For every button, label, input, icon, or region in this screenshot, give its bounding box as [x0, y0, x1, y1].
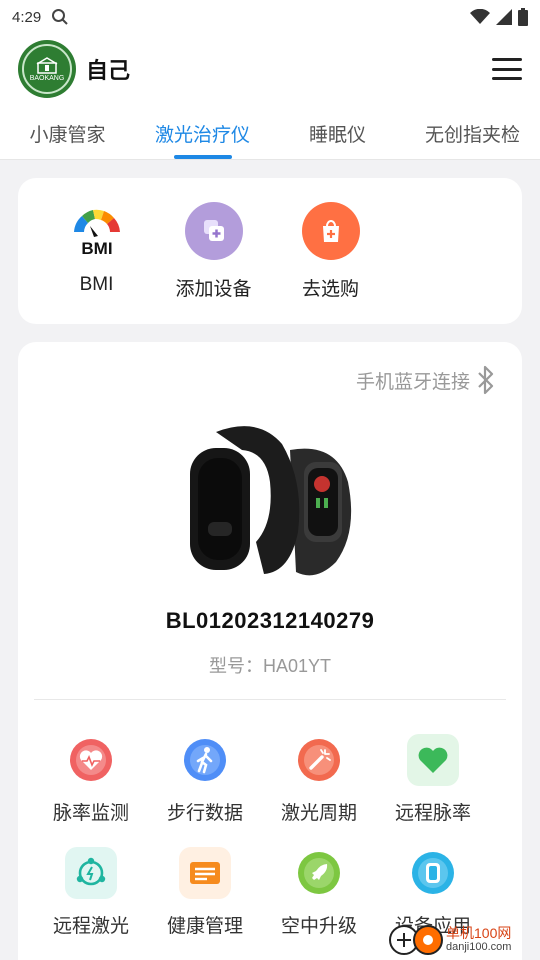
bmi-label: BMI [79, 274, 114, 295]
svg-text:BMI: BMI [81, 239, 112, 256]
remote-laser-label: 远程激光 [52, 916, 129, 937]
status-bar: 4:29 [0, 0, 540, 34]
health-management-label: 健康管理 [166, 916, 243, 937]
laser-cycle-label: 激光周期 [280, 803, 357, 824]
remote-laser-button[interactable]: 远程激光 [34, 847, 148, 938]
laser-cycle-button[interactable]: 激光周期 [262, 734, 376, 825]
signal-icon [496, 9, 512, 25]
avatar-text: BAOKANG [29, 74, 65, 82]
health-card-icon [179, 847, 231, 899]
tab-xiaokang-butler[interactable]: 小康管家 [0, 104, 135, 159]
add-device-icon [184, 202, 243, 260]
laser-wand-icon [293, 734, 345, 786]
add-device-label: 添加设备 [175, 279, 252, 300]
app-header: BAOKANG 自己 [0, 34, 540, 104]
bluetooth-connect-button[interactable]: 手机蓝牙连接 [356, 364, 496, 396]
watermark-text: 单机100网 danji100.com [446, 926, 511, 954]
watch-icon [407, 847, 459, 899]
pulse-monitor-button[interactable]: 脉率监测 [34, 734, 148, 825]
green-heart-icon [407, 734, 459, 786]
health-management-button[interactable]: 健康管理 [148, 847, 262, 938]
watermark-url: danji100.com [446, 941, 512, 953]
watermark-title: 单机100网 [446, 925, 512, 941]
device-serial: BL01202312140279 [165, 608, 375, 633]
tab-sleep-device[interactable]: 睡眠仪 [270, 104, 405, 159]
device-card: 手机蓝牙连接 BL01202312140279 型号：HA01YT 脉率监测 步… [18, 342, 522, 960]
ota-upgrade-label: 空中升级 [280, 916, 357, 937]
menu-icon[interactable] [492, 58, 522, 80]
shop-button[interactable]: 去选购 [272, 202, 389, 324]
rocket-icon [293, 847, 345, 899]
remote-laser-icon [65, 847, 117, 899]
remote-pulse-button[interactable]: 远程脉率 [376, 734, 490, 825]
function-grid: 脉率监测 步行数据 激光周期 远程脉率 远程激光 健康管理 空中升级 [34, 734, 494, 938]
wifi-icon [470, 9, 490, 24]
quick-actions-card: BMI BMI 添加设备 去选购 [18, 178, 522, 324]
heart-monitor-icon [65, 734, 117, 786]
walking-icon [179, 734, 231, 786]
remote-pulse-label: 远程脉率 [394, 803, 471, 824]
add-device-button[interactable]: 添加设备 [155, 202, 272, 324]
tab-finger-clip[interactable]: 无创指夹检 [405, 104, 540, 159]
divider [34, 699, 506, 700]
device-model: 型号：HA01YT [208, 656, 332, 676]
bluetooth-label: 手机蓝牙连接 [355, 371, 470, 393]
bluetooth-icon [478, 365, 494, 395]
watermark: 单机100网 danji100.com [388, 922, 536, 958]
user-name[interactable]: 自己 [86, 53, 130, 85]
ota-upgrade-button[interactable]: 空中升级 [262, 847, 376, 938]
status-time: 4:29 [12, 8, 42, 26]
pulse-monitor-label: 脉率监测 [52, 803, 129, 824]
avatar[interactable]: BAOKANG [18, 40, 76, 98]
shop-label: 去选购 [301, 279, 359, 300]
smart-band-image [190, 426, 352, 576]
avatar-logo-icon: BAOKANG [22, 44, 72, 94]
walking-data-button[interactable]: 步行数据 [148, 734, 262, 825]
walking-data-label: 步行数据 [166, 803, 243, 824]
bmi-button[interactable]: BMI BMI [38, 202, 155, 324]
tab-bar: 小康管家 激光治疗仪 睡眠仪 无创指夹检 [0, 104, 540, 160]
shopping-bag-icon [301, 202, 360, 260]
watermark-logo-icon [389, 925, 443, 955]
search-icon [52, 9, 68, 25]
tab-laser-therapy[interactable]: 激光治疗仪 [135, 104, 270, 159]
battery-icon [518, 8, 528, 26]
bmi-gauge-icon: BMI [68, 202, 126, 260]
